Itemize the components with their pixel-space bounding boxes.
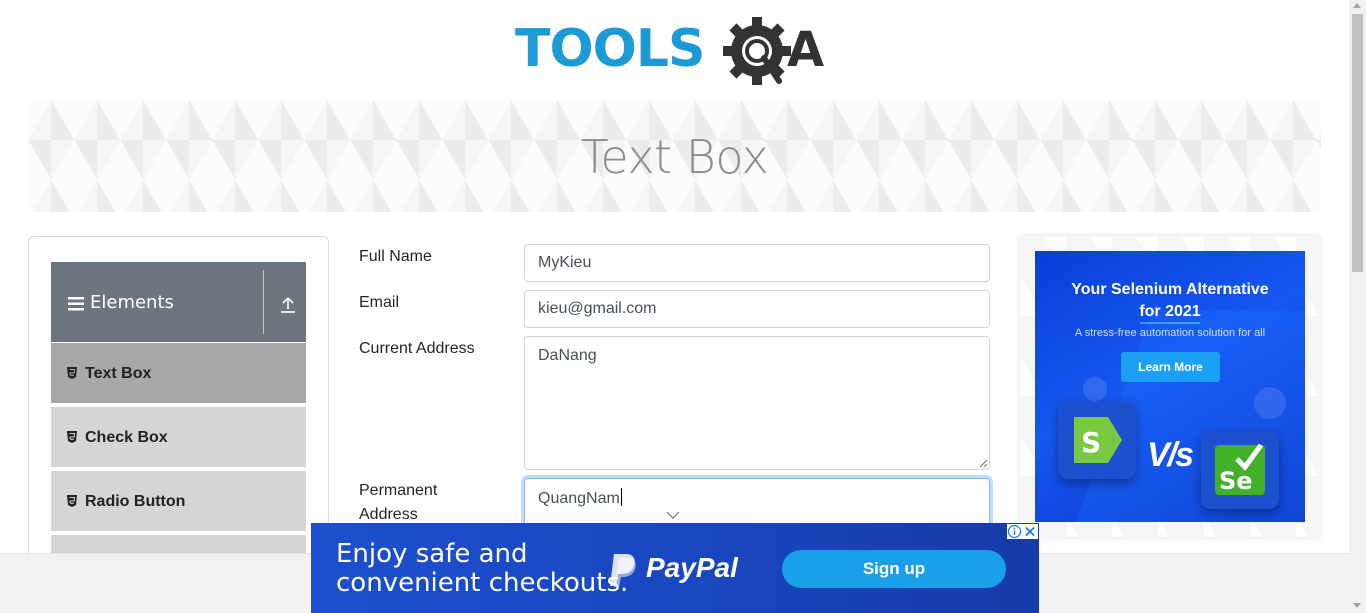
email-label: Email (359, 294, 400, 311)
alternative-tool-logo: S (1058, 401, 1136, 479)
sign-up-button[interactable]: Sign up (782, 550, 1006, 588)
toolsqa-logo[interactable]: TOOLS A (515, 14, 840, 94)
versus-text: V/s (1147, 436, 1194, 474)
bottom-ad-line2: convenient checkouts. (336, 568, 629, 598)
side-ad-subtext: A stress-free automation solution for al… (1074, 327, 1266, 339)
green-s-logo-icon: S (1074, 417, 1122, 463)
scroll-up-arrow-icon[interactable] (1353, 3, 1361, 8)
alternative-logo-letter: S (1081, 426, 1101, 459)
side-ad-headline: Your Selenium Alternative for 2021 (1035, 279, 1305, 323)
page-title: Text Box (580, 130, 769, 184)
menu-item-text-box[interactable]: Text Box (51, 342, 306, 404)
header-divider (263, 270, 264, 334)
side-ad-headline-line1: Your Selenium Alternative (1071, 281, 1269, 298)
text-cursor (620, 488, 622, 506)
selenium-logo: Se (1201, 431, 1279, 509)
menu-item-label: Check Box (85, 429, 168, 446)
side-ad-underline (1140, 322, 1200, 324)
scrollbar-thumb[interactable] (1352, 14, 1363, 272)
side-ad-headline-line2: for 2021 (1139, 303, 1201, 320)
bottom-ad-line1: Enjoy safe and (336, 539, 528, 569)
page-banner: Text Box (28, 100, 1321, 212)
full-name-label: Full Name (359, 248, 432, 265)
learn-more-button[interactable]: Learn More (1121, 352, 1220, 382)
upload-arrow-icon[interactable] (280, 297, 296, 313)
ad-info-icon[interactable] (1007, 524, 1022, 539)
current-address-value: DaNang (538, 347, 597, 364)
scroll-down-arrow-icon[interactable] (1353, 603, 1361, 608)
gear-icon (723, 17, 791, 85)
selenium-icon: Se (1215, 443, 1265, 495)
ad-close-icon[interactable] (1022, 524, 1038, 539)
code-icon (1254, 387, 1286, 419)
bottom-paypal-ad[interactable]: Enjoy safe and convenient checkouts. Pay… (311, 523, 1039, 613)
paypal-icon (610, 554, 636, 587)
paypal-brand: PayPal (646, 552, 738, 583)
menu-item-label: Text Box (85, 365, 152, 382)
menu-item-label: Radio Button (85, 493, 186, 510)
logo-text-a: A (787, 22, 824, 78)
hamburger-icon (68, 297, 84, 311)
html5-icon (67, 367, 77, 379)
email-input[interactable]: kieu@gmail.com (524, 290, 990, 328)
html5-icon (67, 495, 77, 507)
selenium-logo-text: Se (1219, 467, 1253, 495)
current-address-textarea[interactable]: DaNang (524, 336, 990, 470)
html5-icon (67, 431, 77, 443)
logo-text-tools: TOOLS (515, 19, 704, 79)
menu-item-radio-button[interactable]: Radio Button (51, 470, 306, 532)
resize-grip-icon[interactable] (979, 459, 988, 468)
permanent-address-label: Permanent Address (359, 479, 437, 527)
side-ad[interactable]: Your Selenium Alternative for 2021 A str… (1035, 251, 1305, 522)
left-nav-panel: Elements Text Box Check Box Radio Button (28, 236, 329, 596)
current-address-label: Current Address (359, 340, 475, 357)
menu-item-check-box[interactable]: Check Box (51, 406, 306, 468)
permanent-address-value: QuangNam (538, 490, 620, 507)
clock-icon (1083, 377, 1107, 401)
elements-group-title: Elements (90, 292, 174, 313)
chevron-down-icon (666, 511, 680, 519)
permanent-address-label-line1: Permanent (359, 482, 438, 499)
page: TOOLS A Text Box Elements Text Box Check… (0, 0, 1366, 613)
elements-group-header[interactable]: Elements (51, 262, 306, 342)
full-name-input[interactable]: MyKieu (524, 244, 990, 282)
